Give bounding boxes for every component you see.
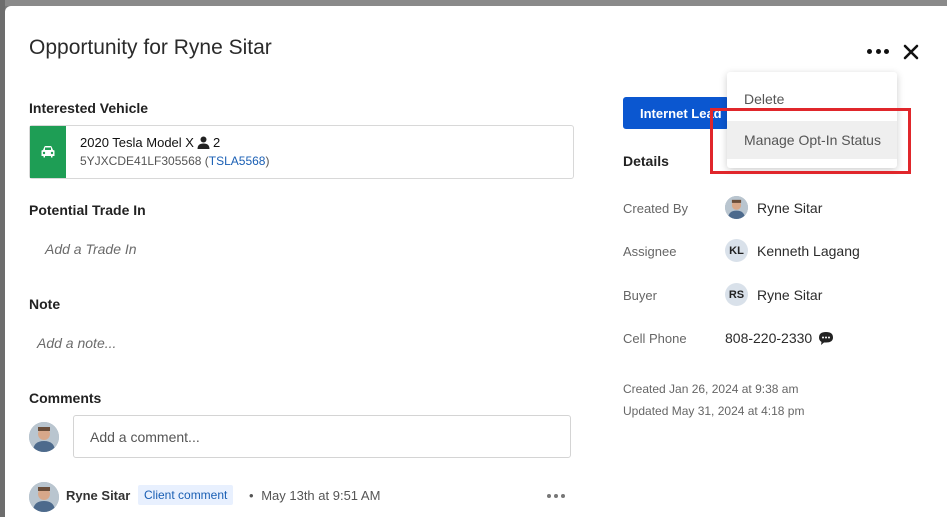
person-icon: [197, 136, 210, 149]
vehicle-vin: 5YJXCDE41LF305568: [80, 154, 202, 168]
comment-author-avatar: [29, 482, 59, 512]
cell-phone-value[interactable]: 808-220-2330: [725, 330, 812, 346]
stock-paren-close: ): [265, 154, 270, 168]
comments-label: Comments: [29, 390, 102, 406]
close-button[interactable]: [901, 42, 921, 62]
details-title: Details: [623, 153, 669, 169]
more-dot-icon: [867, 48, 872, 54]
created-by-avatar: [725, 196, 748, 219]
assignee-label: Assignee: [623, 244, 677, 259]
add-comment-input[interactable]: [73, 415, 571, 458]
trade-in-label: Potential Trade In: [29, 202, 146, 218]
created-timestamp: Created Jan 26, 2024 at 9:38 am: [623, 382, 799, 396]
comment-author: Ryne Sitar: [66, 488, 131, 503]
more-dot-icon: [875, 48, 881, 54]
add-note-field[interactable]: Add a note...: [37, 335, 116, 351]
more-dot-icon: [547, 494, 551, 498]
opportunity-modal: Opportunity for Ryne Sitar Interested Ve…: [5, 6, 947, 517]
comment-options-button[interactable]: [547, 494, 565, 500]
people-count: 2: [212, 135, 221, 150]
buyer-value[interactable]: Ryne Sitar: [757, 287, 822, 303]
highlight-annotation-box: [710, 108, 911, 174]
buyer-avatar: RS: [725, 283, 748, 306]
more-options-button[interactable]: [867, 44, 889, 58]
comment-timestamp: May 13th at 9:51 AM: [261, 488, 381, 503]
created-by-value[interactable]: Ryne Sitar: [757, 200, 822, 216]
stock-paren-open: (: [201, 154, 209, 168]
interested-vehicle-label: Interested Vehicle: [29, 100, 149, 116]
vehicle-name-row: 2020 Tesla Model X 2: [80, 135, 220, 150]
car-icon: [30, 126, 66, 178]
cell-phone-label: Cell Phone: [623, 331, 687, 346]
more-dot-icon: [561, 494, 565, 498]
buyer-label: Buyer: [623, 288, 657, 303]
message-icon[interactable]: [818, 330, 834, 346]
comment-time: • May 13th at 9:51 AM: [249, 488, 380, 503]
note-label: Note: [29, 296, 61, 312]
updated-timestamp: Updated May 31, 2024 at 4:18 pm: [623, 404, 805, 418]
comment-separator: •: [249, 488, 254, 503]
modal-title: Opportunity for Ryne Sitar: [29, 36, 272, 59]
assignee-avatar: KL: [725, 239, 748, 262]
vehicle-vin-row: 5YJXCDE41LF305568 (TSLA5568): [80, 154, 269, 168]
add-trade-in-field[interactable]: Add a Trade In: [45, 241, 137, 257]
created-by-label: Created By: [623, 201, 689, 216]
stock-number-link[interactable]: TSLA5568: [209, 154, 266, 168]
current-user-avatar: [29, 422, 59, 452]
more-dot-icon: [554, 494, 558, 498]
close-icon: [903, 44, 919, 60]
client-comment-badge: Client comment: [138, 485, 234, 505]
vehicle-card[interactable]: 2020 Tesla Model X 2 5YJXCDE41LF305568 (…: [29, 125, 574, 179]
more-dot-icon: [884, 48, 889, 54]
vehicle-name: 2020 Tesla Model X: [80, 135, 194, 150]
assignee-value[interactable]: Kenneth Lagang: [757, 243, 860, 259]
